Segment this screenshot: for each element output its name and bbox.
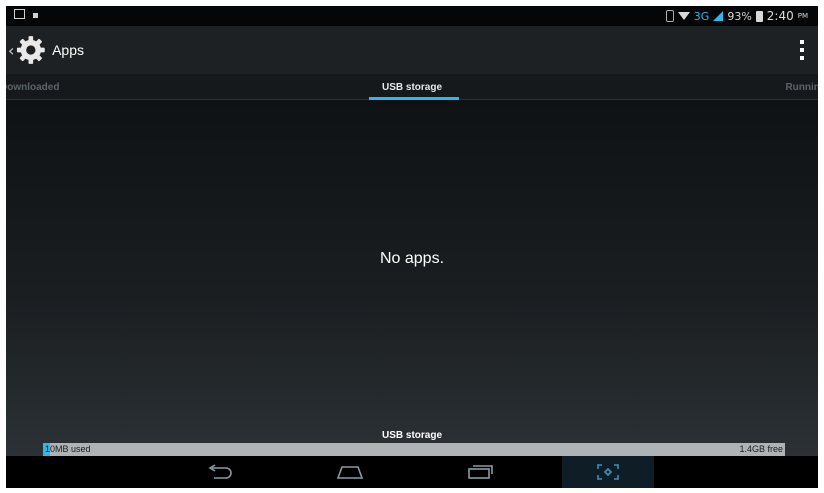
navigation-bar	[6, 456, 818, 488]
status-right: 3G 93% 2:40 PM	[665, 8, 808, 24]
overflow-dot	[800, 40, 804, 44]
empty-message: No apps.	[379, 250, 445, 267]
tab-strip: Downloaded USB storage Running	[6, 74, 818, 100]
storage-used-text: 10MB used	[45, 444, 91, 454]
device-screen: 3G 93% 2:40 PM ‹ Apps ownloaded USB stor…	[6, 6, 818, 488]
clock: 2:40	[766, 9, 794, 23]
overflow-menu-icon[interactable]	[798, 40, 806, 60]
storage-label: USB storage	[381, 430, 442, 441]
gear-icon	[17, 36, 46, 64]
storage-bar: 10MB used 1.4GB free	[43, 443, 785, 456]
status-left	[14, 9, 38, 19]
back-button[interactable]	[190, 456, 250, 488]
screenshot-icon	[597, 464, 619, 480]
recents-button[interactable]	[450, 456, 510, 488]
wifi-icon	[677, 12, 690, 20]
home-icon	[336, 466, 364, 479]
chevron-left-icon: ‹	[8, 40, 15, 60]
action-bar: ‹ Apps	[6, 26, 818, 74]
overflow-dot	[800, 48, 804, 52]
overflow-dot	[800, 56, 804, 60]
recents-icon	[468, 465, 493, 479]
network-type: 3G	[693, 9, 710, 23]
up-button[interactable]: ‹ Apps	[8, 34, 84, 66]
home-button[interactable]	[320, 456, 380, 488]
status-bar: 3G 93% 2:40 PM	[6, 6, 818, 26]
tab-downloaded[interactable]: Downloaded	[6, 82, 59, 93]
clock-ampm: PM	[797, 12, 808, 20]
screenshot-button[interactable]	[562, 456, 654, 488]
lock-icon	[33, 13, 38, 18]
app-list-area: No apps. USB storage 10MB used 1.4GB fre…	[6, 100, 818, 456]
signal-icon	[713, 11, 724, 21]
tab-usb-storage[interactable]: USB storage	[382, 82, 442, 93]
app-title: Apps	[52, 42, 84, 58]
back-icon	[208, 464, 232, 479]
tab-running[interactable]: Running	[785, 82, 818, 93]
battery-percent: 93%	[727, 9, 752, 23]
battery-icon	[755, 10, 763, 22]
notification-icon	[14, 9, 25, 19]
vibrate-icon	[665, 10, 674, 22]
storage-free-text: 1.4GB free	[739, 444, 783, 454]
